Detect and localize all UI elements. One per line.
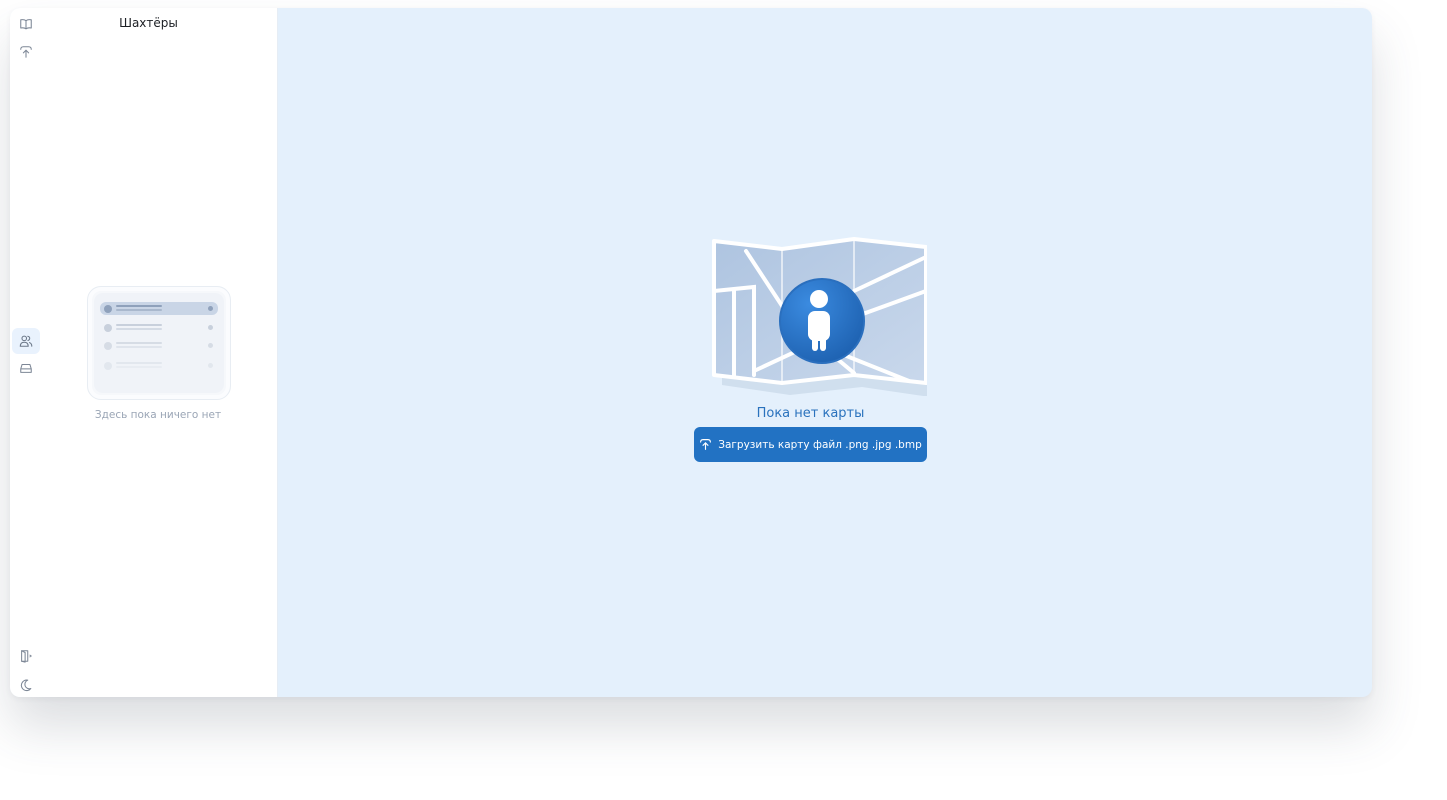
upload-map-button[interactable]: Загрузить карту файл .png .jpg .bmp — [694, 427, 927, 462]
upload-button-label: Загрузить карту файл .png .jpg .bmp — [718, 438, 922, 451]
empty-list-illustration — [87, 286, 231, 400]
users-icon[interactable] — [12, 328, 40, 354]
no-map-title: Пока нет карты — [756, 406, 865, 421]
panel-title: Шахтёры — [119, 16, 178, 30]
app-window: Шахтёры Здесь пока ничего нет — [10, 8, 1372, 697]
moon-icon[interactable] — [15, 674, 37, 696]
logout-icon[interactable] — [15, 645, 37, 667]
map-illustration — [712, 237, 927, 396]
empty-map-state: Пока нет карты Загрузить карту файл .png… — [694, 231, 927, 471]
empty-state-text: Здесь пока ничего нет — [94, 409, 222, 421]
upload-icon — [700, 439, 712, 450]
sidebar-panel: Шахтёры Здесь пока ничего нет — [10, 8, 278, 697]
upload-icon[interactable] — [15, 41, 37, 63]
drive-icon[interactable] — [15, 357, 37, 379]
